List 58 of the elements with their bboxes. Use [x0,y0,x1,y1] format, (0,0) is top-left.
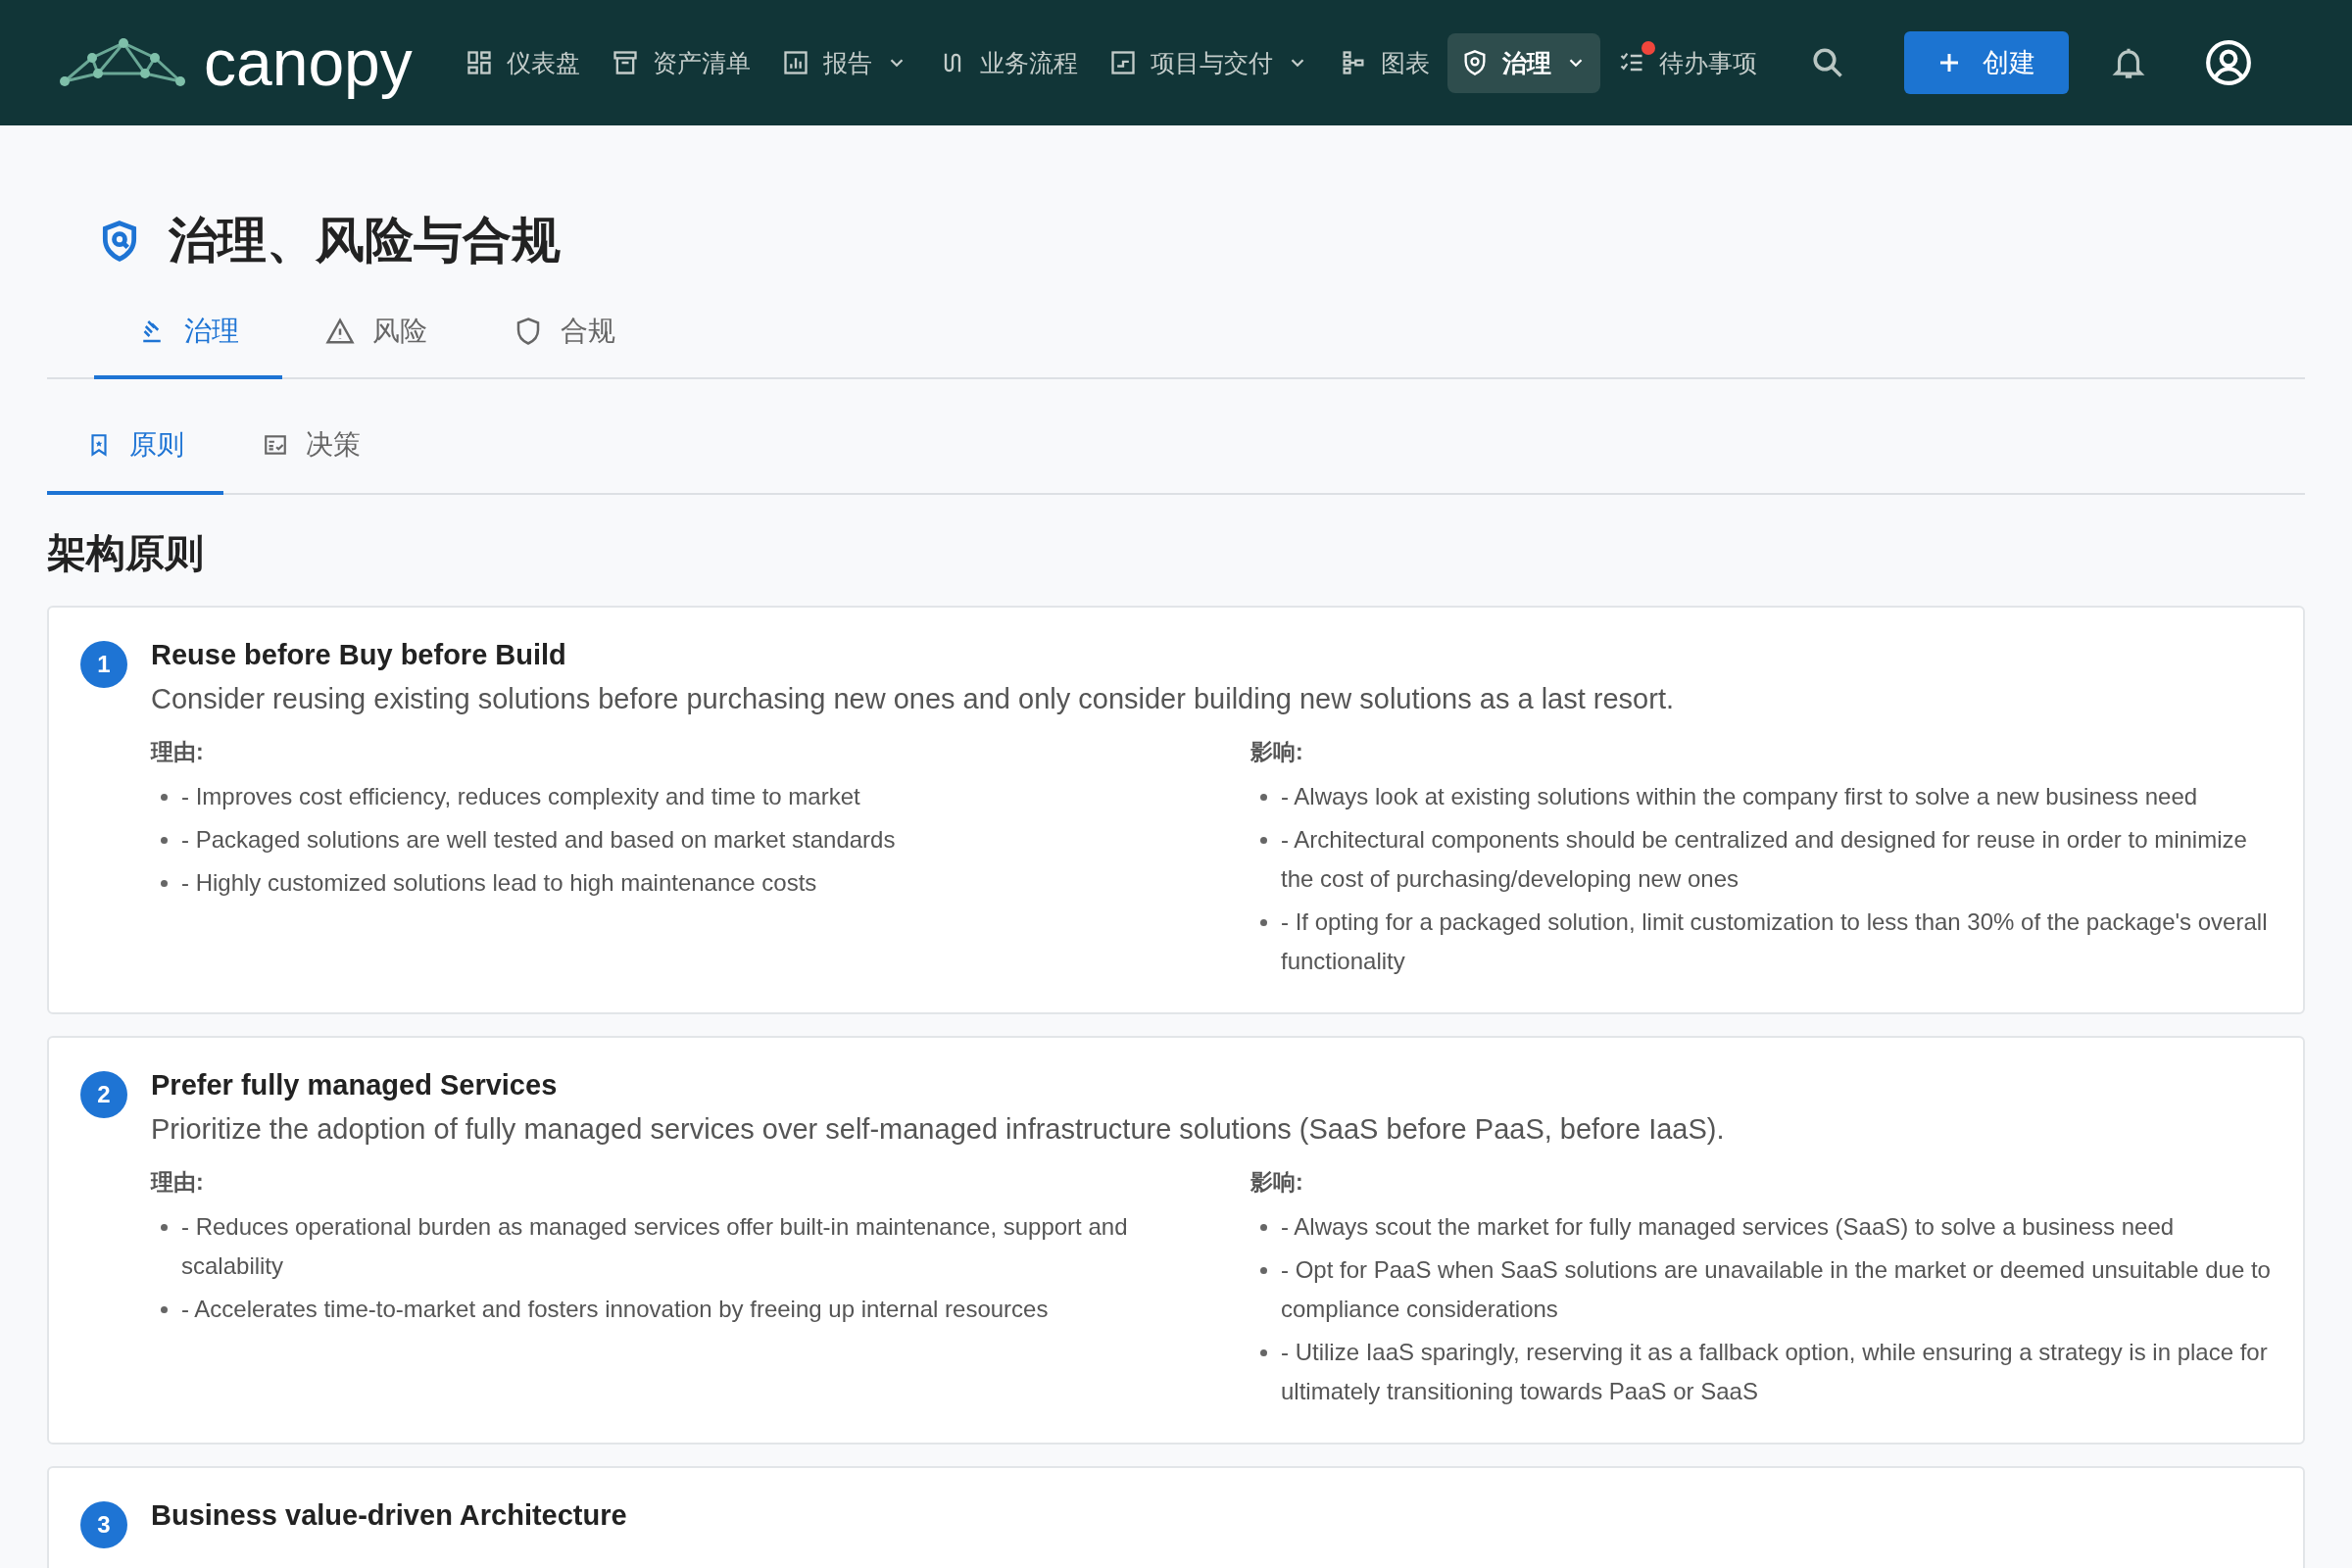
implications-label: 影响: [1250,738,1304,766]
bullet-icon [1260,1224,1267,1231]
bullet-icon [1260,919,1267,926]
nav-item[interactable]: 图表 [1325,32,1444,93]
principle-description: Consider reusing existing solutions before purchasing new ones and only consider building new solutions as a last resort. [151,683,1675,715]
list-item: - Highly customized solutions lead to high maintenance costs [181,868,817,898]
tab[interactable]: 风险 [282,293,470,379]
section-heading: 架构原则 [47,530,205,576]
nav-item[interactable]: 报告 [767,32,921,93]
bar-chart-icon [781,49,809,76]
number-badge: 3 [80,1501,127,1548]
nav-item[interactable]: 项目与交付 [1095,32,1322,93]
number-badge: 1 [80,641,127,688]
list-item: - Packaged solutions are well tested and based on market standards [181,825,896,855]
grid-icon [465,49,493,76]
user-avatar-icon[interactable] [2203,38,2253,87]
list-item: - Accelerates time-to-market and fosters innovation by freeing up internal resources [181,1295,1049,1324]
implications-label: 影响: [1250,1168,1304,1197]
principle-description: Prioritize the adoption of fully managed services over self-managed infrastructure solutions (SaaS before PaaS, before IaaS). [151,1113,1726,1146]
principle-title: Reuse before Buy before Build [151,639,567,671]
nav-item[interactable]: 治理 [1446,32,1600,93]
list-item: - Reduces operational burden as managed services offer built-in maintenance, support and scalability [181,1212,1129,1281]
bullet-icon [161,837,168,844]
tab[interactable]: 决策 [223,403,400,495]
warning-icon [325,317,355,346]
bullet-icon [161,880,168,887]
list-item: - Always scout the market for fully managed services (SaaS) to solve a business need [1281,1212,2175,1242]
bullet-icon [161,794,168,801]
create-button[interactable]: 创建 [1903,31,2069,94]
bullet-icon [1260,1349,1267,1356]
list-item: - Architectural components should be centralized and designed for reuse in order to minimize the cost of purchasing/developing new ones [1281,825,2248,894]
nav-item[interactable]: 待办事项 [1603,32,1771,93]
bullet-icon [1260,837,1267,844]
nav-item[interactable]: 资产清单 [597,32,764,93]
page-title: 治理、风险与合规 [169,212,561,270]
rationale-label: 理由: [151,738,205,766]
principle-title: Prefer fully managed Services [151,1069,559,1102]
list-item: - Improves cost efficiency, reduces complexity and time to market [181,782,860,811]
list-item: - Utilize IaaS sparingly, reserving it as a fallback option, while ensuring a strategy is in place for ultimately transitioning towards PaaS or SaaS [1281,1338,2269,1406]
bullet-icon [1260,1267,1267,1274]
nav-item[interactable]: 仪表盘 [451,32,594,93]
document-icon [1108,49,1137,76]
bullet-icon [161,1306,168,1313]
principle-title: Business value-driven Architecture [151,1499,628,1532]
network-tent-icon [59,38,186,87]
list-item: - If opting for a packaged solution, limit customization to less than 30% of the package's overall functionality [1281,907,2269,976]
bullet-icon [161,1224,168,1231]
archive-box-icon [611,49,639,76]
list-item: - Always look at existing solutions within the company first to solve a new business need [1281,782,2198,811]
tab[interactable]: 原则 [47,403,223,495]
list-item: - Opt for PaaS when SaaS solutions are unavailable in the market or deemed unsuitable due to compliance considerations [1281,1255,2272,1324]
tab[interactable]: 合规 [470,293,659,379]
tab[interactable]: 治理 [94,293,282,379]
number-badge: 2 [80,1071,127,1118]
rationale-label: 理由: [151,1168,205,1197]
bullet-icon [1260,794,1267,801]
nav-item[interactable]: 业务流程 [924,32,1092,93]
checklist-card-icon [263,432,288,458]
